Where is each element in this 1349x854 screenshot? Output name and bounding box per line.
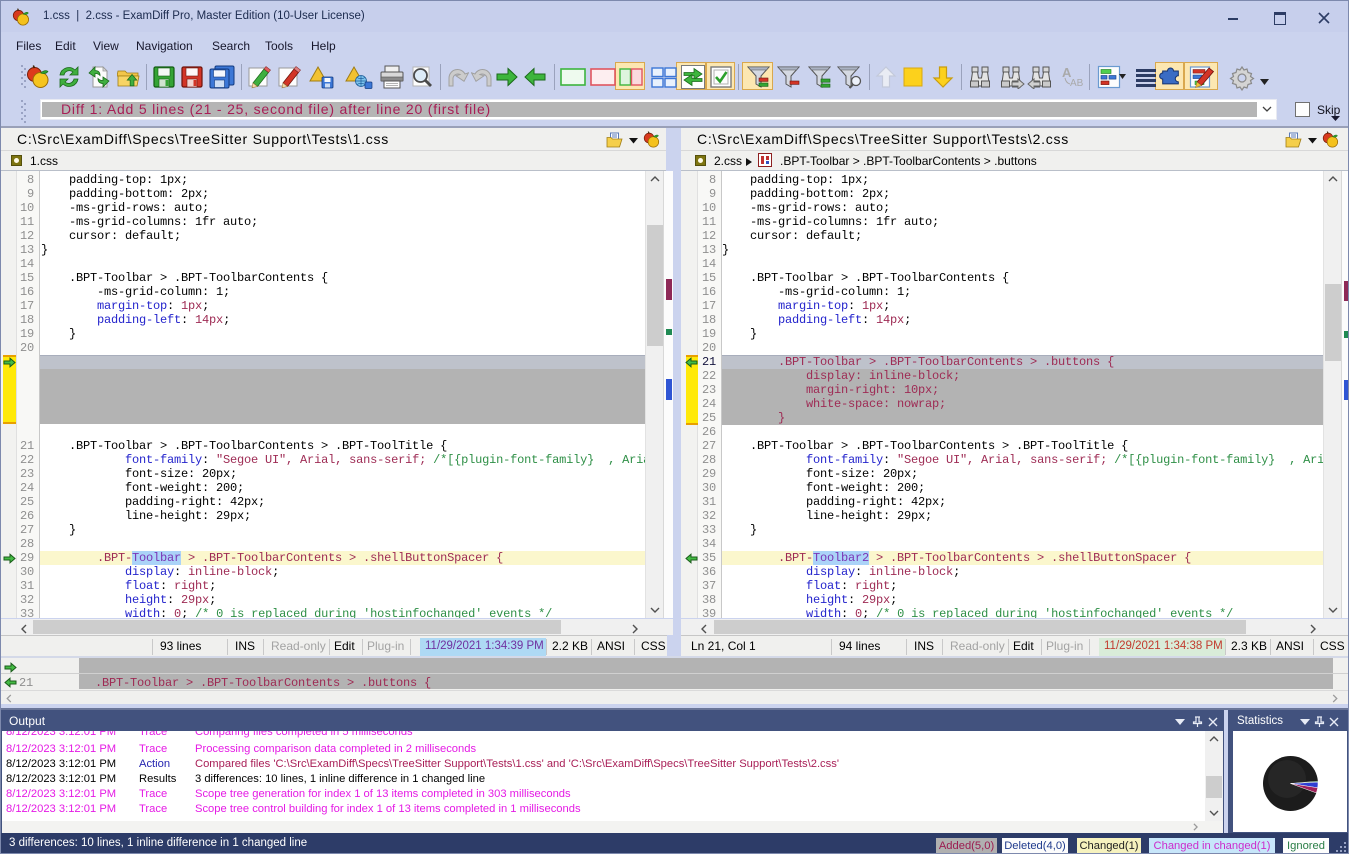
svg-text:AB: AB: [1070, 78, 1083, 89]
